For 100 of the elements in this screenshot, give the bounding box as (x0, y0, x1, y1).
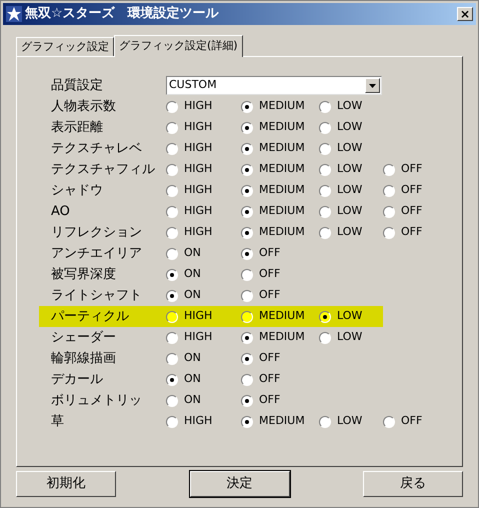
radio-button[interactable] (241, 248, 253, 260)
option-label: HIGH (184, 413, 212, 430)
radio-button[interactable] (319, 142, 331, 154)
option-label: ON (184, 266, 201, 282)
option-label: LOW (337, 413, 362, 430)
option-label: OFF (259, 392, 280, 408)
radio-button[interactable] (241, 100, 253, 112)
radio-button[interactable] (241, 226, 253, 238)
option-label: LOW (337, 119, 362, 136)
radio-button[interactable] (166, 100, 178, 112)
option-label: MEDIUM (259, 182, 305, 198)
setting-label: リフレクション (51, 224, 143, 242)
option-label: HIGH (184, 140, 212, 156)
radio-button[interactable] (166, 416, 178, 428)
radio-button[interactable] (241, 142, 253, 154)
setting-label: ボリュメトリッ (51, 392, 143, 410)
option-label: MEDIUM (259, 119, 305, 136)
radio-button[interactable] (383, 226, 395, 238)
radio-button[interactable] (241, 394, 253, 406)
option-label: HIGH (184, 161, 212, 178)
radio-button[interactable] (241, 416, 253, 428)
radio-button[interactable] (166, 332, 178, 344)
radio-button[interactable] (241, 206, 253, 218)
option-label: MEDIUM (259, 140, 305, 156)
close-button[interactable]: × (457, 7, 473, 21)
radio-button[interactable] (166, 374, 178, 386)
radio-button[interactable] (319, 416, 331, 428)
option-label: HIGH (184, 308, 212, 324)
setting-label: ライトシャフト (51, 286, 143, 305)
option-label: OFF (401, 224, 422, 240)
setting-label: デカール (51, 370, 104, 389)
option-label: LOW (337, 140, 362, 156)
tab[interactable]: グラフィック設定 (16, 37, 114, 56)
dialog-button[interactable]: 決定 (190, 471, 290, 497)
radio-button[interactable] (166, 226, 178, 238)
setting-label: シャドウ (51, 182, 104, 200)
radio-button[interactable] (241, 184, 253, 196)
option-label: LOW (337, 203, 362, 220)
radio-button[interactable] (319, 206, 331, 218)
setting-label: アンチエイリア (51, 244, 143, 263)
radio-button[interactable] (319, 184, 331, 196)
radio-button[interactable] (383, 164, 395, 176)
option-label: OFF (401, 203, 422, 220)
radio-button[interactable] (241, 268, 253, 280)
radio-button[interactable] (319, 164, 331, 176)
option-label: ON (184, 371, 201, 388)
option-label: HIGH (184, 182, 212, 198)
option-label: LOW (337, 308, 362, 324)
radio-button[interactable] (166, 290, 178, 302)
option-label: LOW (337, 329, 362, 346)
radio-button[interactable] (241, 310, 253, 322)
option-label: OFF (401, 182, 422, 198)
option-label: MEDIUM (259, 203, 305, 220)
radio-button[interactable] (241, 164, 253, 176)
setting-label: 輪郭線描画 (51, 350, 117, 368)
radio-button[interactable] (319, 122, 331, 134)
tab[interactable]: グラフィック設定(詳細) (114, 35, 243, 57)
setting-label: 表示距離 (51, 118, 104, 137)
radio-button[interactable] (383, 416, 395, 428)
radio-button[interactable] (319, 226, 331, 238)
radio-button[interactable] (241, 122, 253, 134)
radio-button[interactable] (319, 332, 331, 344)
setting-label: シェーダー (51, 328, 117, 347)
radio-button[interactable] (166, 206, 178, 218)
radio-button[interactable] (166, 248, 178, 260)
option-label: MEDIUM (259, 161, 305, 178)
radio-button[interactable] (241, 352, 253, 364)
window-title: 無双☆スターズ 環境設定ツール (25, 4, 220, 24)
option-label: MEDIUM (259, 98, 305, 114)
radio-button[interactable] (241, 332, 253, 344)
radio-button[interactable] (166, 310, 178, 322)
setting-label: AO (51, 202, 71, 221)
radio-button[interactable] (319, 100, 331, 112)
radio-button[interactable] (166, 164, 178, 176)
option-label: HIGH (184, 203, 212, 220)
radio-button[interactable] (383, 206, 395, 218)
radio-button[interactable] (166, 122, 178, 134)
option-label: HIGH (184, 98, 212, 114)
quality-dropdown[interactable]: CUSTOM (166, 76, 382, 95)
option-label: OFF (259, 287, 280, 304)
setting-label: テクスチャレベ (51, 140, 143, 158)
option-label: LOW (337, 161, 362, 178)
radio-button[interactable] (166, 184, 178, 196)
radio-button[interactable] (383, 184, 395, 196)
dialog-button[interactable]: 戻る (363, 471, 463, 497)
option-label: MEDIUM (259, 308, 305, 324)
setting-label: 品質設定 (51, 76, 104, 95)
option-label: ON (184, 350, 201, 366)
radio-button[interactable] (166, 142, 178, 154)
radio-button[interactable] (241, 374, 253, 386)
radio-button[interactable] (241, 290, 253, 302)
radio-button[interactable] (166, 352, 178, 364)
setting-label: 人物表示数 (51, 98, 117, 116)
option-label: OFF (401, 413, 422, 430)
radio-button[interactable] (166, 394, 178, 406)
option-label: LOW (337, 224, 362, 240)
radio-button[interactable] (319, 310, 331, 322)
star-icon (6, 6, 22, 22)
dialog-button[interactable]: 初期化 (16, 471, 116, 497)
radio-button[interactable] (166, 268, 178, 280)
